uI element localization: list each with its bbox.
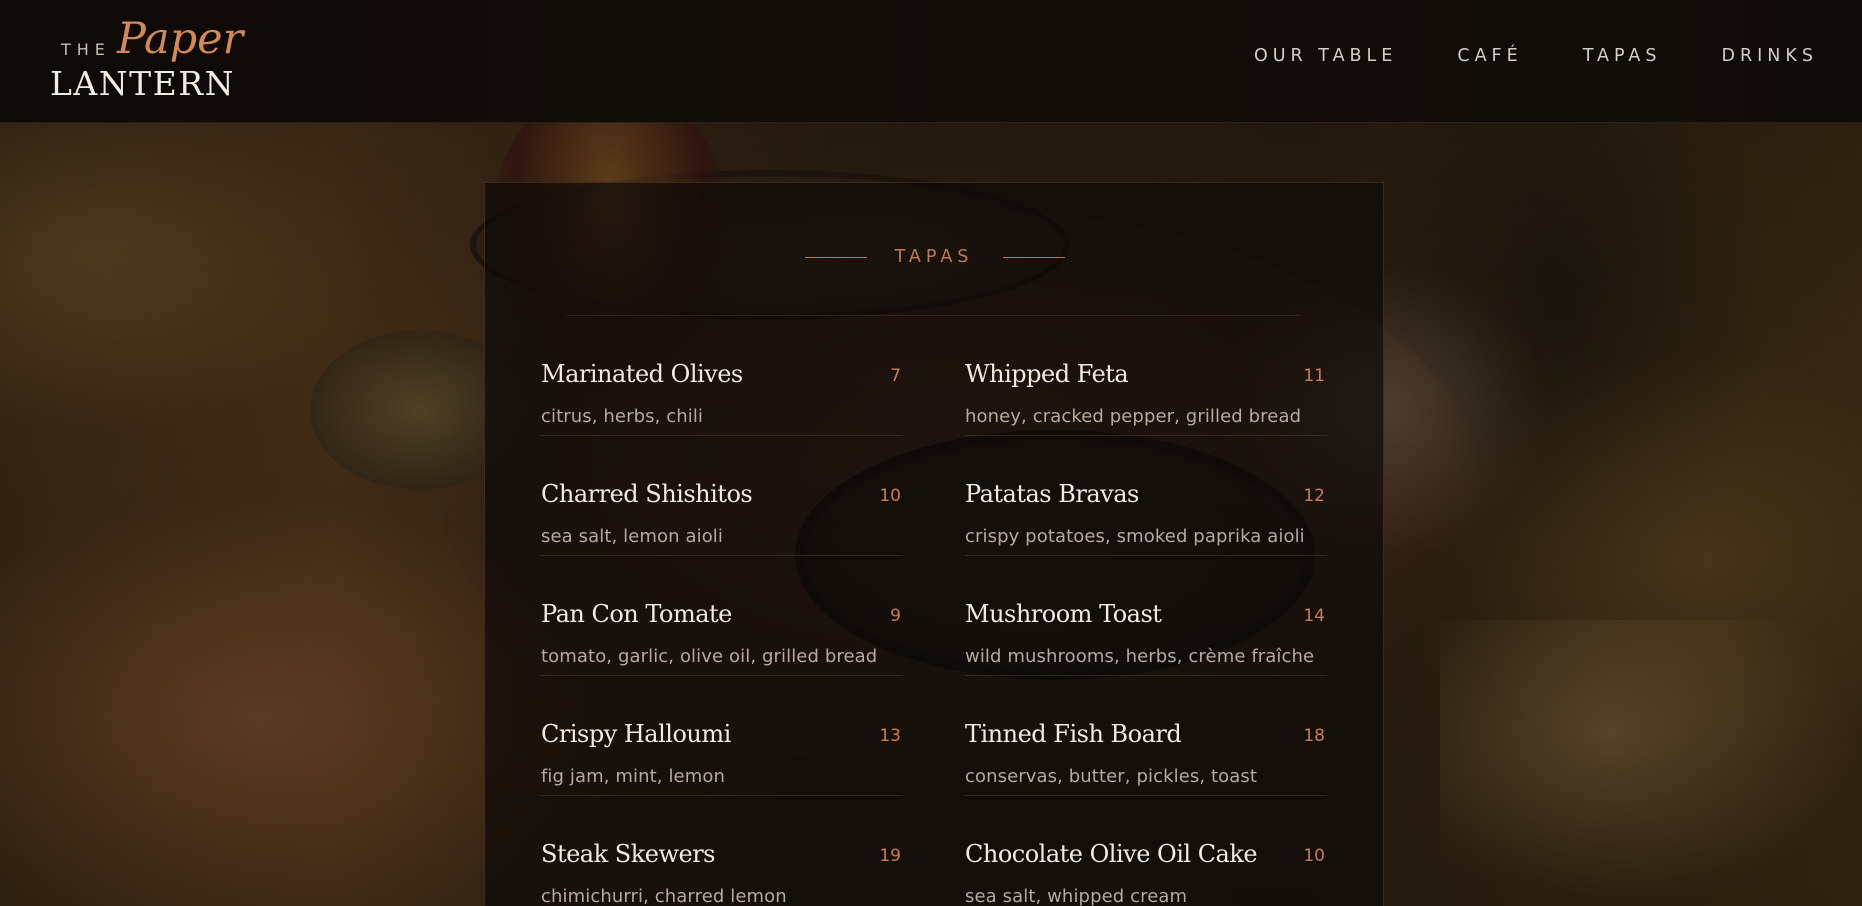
menu-item: Crispy Halloumi 13 fig jam, mint, lemon [541, 676, 903, 796]
nav-cafe[interactable]: CAFÉ [1457, 46, 1522, 66]
item-price: 11 [1303, 366, 1325, 386]
menu-column-right: Whipped Feta 11 honey, cracked pepper, g… [965, 316, 1327, 906]
logo-paper: Paper [117, 14, 244, 64]
logo-lantern: LANTERN [50, 64, 235, 103]
menu-item: Marinated Olives 7 citrus, herbs, chili [541, 316, 903, 436]
nav-our-table[interactable]: OUR TABLE [1254, 46, 1397, 66]
logo-the: THE [61, 40, 111, 59]
item-description: tomato, garlic, olive oil, grilled bread [541, 646, 878, 667]
item-description: wild mushrooms, herbs, crème fraîche [965, 646, 1315, 667]
item-description: conservas, butter, pickles, toast [965, 766, 1258, 787]
title-rule-right [1003, 257, 1065, 258]
menu-item: Tinned Fish Board 18 conservas, butter, … [965, 676, 1327, 796]
nav-tapas[interactable]: TAPAS [1583, 46, 1662, 66]
main-nav: OUR TABLE CAFÉ TAPAS DRINKS [1194, 46, 1818, 66]
brand-logo[interactable]: THE Paper LANTERN [50, 14, 250, 104]
item-description: chimichurri, charred lemon [541, 886, 787, 906]
item-name: Steak Skewers [541, 840, 716, 868]
site-header: THE Paper LANTERN OUR TABLE CAFÉ TAPAS D… [0, 0, 1862, 123]
item-price: 18 [1303, 726, 1325, 746]
item-price: 7 [890, 366, 901, 386]
item-name: Marinated Olives [541, 360, 743, 388]
item-price: 13 [879, 726, 901, 746]
item-name: Charred Shishitos [541, 480, 753, 508]
item-name: Crispy Halloumi [541, 720, 731, 748]
section-header: TAPAS [485, 183, 1383, 316]
item-price: 19 [879, 846, 901, 866]
item-description: sea salt, lemon aioli [541, 526, 724, 547]
menu-item: Steak Skewers 19 chimichurri, charred le… [541, 796, 903, 906]
menu-item: Mushroom Toast 14 wild mushrooms, herbs,… [965, 556, 1327, 676]
nav-drinks[interactable]: DRINKS [1722, 46, 1818, 66]
item-name: Patatas Bravas [965, 480, 1139, 508]
item-name: Mushroom Toast [965, 600, 1162, 628]
item-price: 14 [1303, 606, 1325, 626]
item-description: fig jam, mint, lemon [541, 766, 725, 787]
item-price: 10 [1303, 846, 1325, 866]
item-description: citrus, herbs, chili [541, 406, 704, 427]
item-description: sea salt, whipped cream [965, 886, 1188, 906]
item-description: crispy potatoes, smoked paprika aioli [965, 526, 1305, 547]
section-title: TAPAS [894, 247, 974, 267]
menu-item: Pan Con Tomate 9 tomato, garlic, olive o… [541, 556, 903, 676]
menu-item: Whipped Feta 11 honey, cracked pepper, g… [965, 316, 1327, 436]
menu-item: Charred Shishitos 10 sea salt, lemon aio… [541, 436, 903, 556]
item-price: 12 [1303, 486, 1325, 506]
item-price: 10 [879, 486, 901, 506]
item-description: honey, cracked pepper, grilled bread [965, 406, 1302, 427]
item-price: 9 [890, 606, 901, 626]
item-name: Whipped Feta [965, 360, 1129, 388]
item-name: Pan Con Tomate [541, 600, 732, 628]
menu-card: TAPAS Marinated Olives 7 citrus, herbs, … [484, 182, 1384, 906]
menu-item: Chocolate Olive Oil Cake 10 sea salt, wh… [965, 796, 1327, 906]
item-name: Chocolate Olive Oil Cake [965, 840, 1258, 868]
item-name: Tinned Fish Board [965, 720, 1182, 748]
menu-item: Patatas Bravas 12 crispy potatoes, smoke… [965, 436, 1327, 556]
menu-column-left: Marinated Olives 7 citrus, herbs, chili … [541, 316, 903, 906]
